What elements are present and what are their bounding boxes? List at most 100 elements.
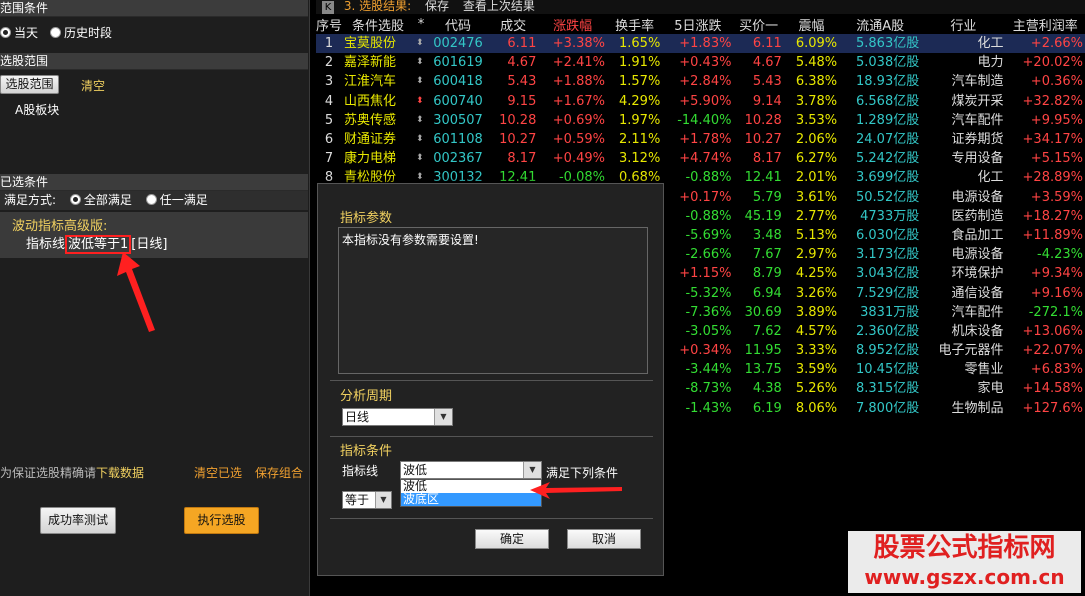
table-cell: +1.15% — [679, 266, 732, 282]
radio-dot-icon — [50, 27, 61, 38]
table-cell: +4.74% — [679, 151, 732, 167]
table-cell: 6 — [324, 132, 334, 148]
operator-select[interactable]: 等于 ▼ — [342, 491, 392, 509]
save-combo-link[interactable]: 保存组合 — [255, 464, 303, 481]
scope-item[interactable]: A股板块 — [15, 101, 59, 118]
table-cell: 10.28 — [499, 112, 537, 128]
period-value: 日线 — [345, 410, 370, 424]
period-select[interactable]: 日线 ▼ — [342, 408, 453, 426]
table-cell: 6.38% — [795, 74, 838, 90]
table-cell: 6.09% — [783, 34, 840, 54]
download-data-link[interactable]: 下载数据 — [96, 466, 144, 480]
table-cell: 电源设备 — [951, 247, 1004, 263]
column-header[interactable]: 涨跌幅 — [538, 14, 607, 34]
table-cell: +2.66% — [1005, 34, 1085, 54]
table-cell: 002367 — [433, 151, 483, 167]
sort-arrows-icon: ⬍ — [416, 134, 424, 145]
table-cell: 6.568亿股 — [856, 93, 920, 109]
clear-selected-link[interactable]: 清空已选 — [194, 464, 242, 481]
run-selection-button[interactable]: 执行选股 — [184, 507, 259, 534]
table-cell: 4 — [324, 93, 334, 109]
table-cell: 煤炭开采 — [951, 93, 1004, 109]
match-all-label: 全部满足 — [83, 193, 132, 207]
view-last-results-link[interactable]: 查看上次结果 — [463, 0, 535, 13]
table-row[interactable]: 3 江淮汽车 ⬍ 600418 5.43 +1.88% 1.57% +2.84% 5.43 6.3… — [316, 72, 1085, 91]
table-cell: 通信设备 — [951, 285, 1004, 301]
table-cell: 6.11 — [733, 34, 784, 54]
column-header[interactable]: 代码 — [428, 14, 489, 34]
line-select[interactable]: 波低 ▼ — [400, 461, 542, 479]
table-cell: 1.97% — [619, 112, 661, 128]
radio-history[interactable]: 历史时段 — [50, 24, 112, 41]
table-cell: 山西焦化 — [344, 93, 397, 109]
column-header[interactable]: 序号 — [316, 14, 343, 34]
table-cell: 5.79 — [752, 189, 782, 205]
column-header[interactable]: 条件选股 — [342, 14, 415, 34]
match-all-radio[interactable]: 全部满足 — [69, 193, 132, 207]
table-row[interactable]: 1 宝莫股份 ⬍ 002476 6.11 +3.38% 1.65% +1.83% 6.11 6.0… — [316, 34, 1085, 54]
column-header[interactable]: 行业 — [921, 14, 1006, 34]
table-row[interactable]: 4 山西焦化 ⬍ 600740 9.15 +1.67% 4.29% +5.90% 9.14 3.7… — [316, 92, 1085, 111]
table-cell: 4.67 — [752, 55, 782, 71]
table-cell: 2.06% — [795, 132, 838, 148]
column-header[interactable]: 换手率 — [606, 14, 663, 34]
condition-title[interactable]: 波动指标高级版: — [12, 215, 107, 234]
table-cell: 12.41 — [744, 170, 782, 186]
column-header[interactable]: 买价一 — [733, 14, 784, 34]
table-cell: 汽车配件 — [951, 304, 1004, 320]
clear-range-link[interactable]: 清空 — [81, 77, 105, 94]
condition-section-title: 指标条件 — [340, 444, 393, 459]
chevron-down-icon: ▼ — [375, 492, 391, 508]
table-cell: 3831万股 — [860, 304, 920, 320]
radio-dot-icon — [0, 27, 11, 38]
table-cell: -14.40% — [677, 112, 732, 128]
table-cell: 45.19 — [744, 208, 782, 224]
sort-arrows-icon: ⬍ — [416, 114, 424, 125]
sort-arrows-icon: ⬍ — [416, 57, 424, 68]
match-any-radio[interactable]: 任一满足 — [145, 193, 208, 207]
watermark-title: 股票公式指标网 — [873, 533, 1056, 563]
column-header[interactable]: 成交 — [488, 14, 539, 34]
cancel-button[interactable]: 取消 — [567, 529, 641, 549]
table-cell: 13.75 — [744, 362, 782, 378]
column-header[interactable]: * — [414, 14, 429, 34]
table-cell: 1.289亿股 — [856, 112, 920, 128]
table-cell: +32.82% — [1022, 93, 1083, 109]
red-arrow-icon — [117, 252, 155, 332]
table-row[interactable]: 5 苏奥传感 ⬍ 300507 10.28 +0.69% 1.97% -14.40% 10.28… — [316, 111, 1085, 130]
column-header[interactable]: 震幅 — [783, 14, 840, 34]
table-row[interactable]: 7 康力电梯 ⬍ 002367 8.17 +0.49% 3.12% +4.74% 8.17 6.2… — [316, 149, 1085, 168]
sort-arrows-icon: ⬍ — [416, 95, 424, 106]
table-row[interactable]: 2 嘉泽新能 ⬍ 601619 4.67 +2.41% 1.91% +0.43% 4.67 5.4… — [316, 53, 1085, 72]
table-cell: 10.27 — [744, 132, 782, 148]
success-rate-test-button[interactable]: 成功率测试 — [40, 507, 116, 534]
data-notice: 为保证选股精确请下载数据 — [0, 464, 144, 481]
dropdown-option-selected[interactable]: 波底区 — [401, 493, 541, 506]
table-cell: 11.95 — [744, 343, 782, 359]
table-cell: 6.19 — [752, 400, 782, 416]
table-cell: 2.360亿股 — [856, 323, 920, 339]
ok-button[interactable]: 确定 — [475, 529, 549, 549]
radio-dot-icon — [69, 194, 81, 205]
table-row[interactable]: 6 财通证券 ⬍ 601108 10.27 +0.59% 2.11% +1.78% 10.27 2… — [316, 130, 1085, 149]
table-cell: 30.69 — [744, 304, 782, 320]
column-header[interactable]: 流通A股 — [839, 14, 922, 34]
table-cell: 4.67 — [507, 55, 537, 71]
radio-today[interactable]: 当天 — [0, 24, 38, 41]
sort-arrows-icon: ⬍ — [416, 76, 424, 87]
line-value: 波低 — [403, 463, 428, 477]
table-cell: 2 — [324, 55, 334, 71]
table-cell: 2.77% — [795, 208, 838, 224]
column-header[interactable]: 主营利润率 — [1005, 14, 1085, 34]
column-header[interactable]: 5日涨跌 — [662, 14, 734, 34]
save-results-link[interactable]: 保存 — [425, 0, 449, 13]
stock-range-button[interactable]: 选股范围 — [0, 75, 59, 94]
table-cell: +0.69% — [552, 112, 605, 128]
table-cell: 电源设备 — [951, 189, 1004, 205]
table-cell: 江淮汽车 — [344, 74, 397, 90]
table-cell: -5.32% — [685, 285, 732, 301]
table-cell: +0.59% — [552, 132, 605, 148]
table-cell: +3.38% — [538, 34, 607, 54]
table-cell: -3.44% — [685, 362, 732, 378]
param-textarea[interactable]: 本指标没有参数需要设置! — [338, 227, 648, 374]
